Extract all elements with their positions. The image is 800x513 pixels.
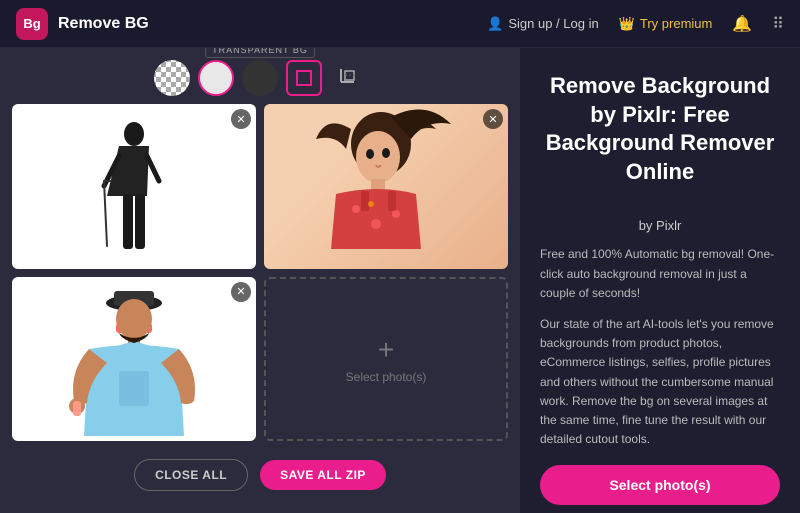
try-premium-button[interactable]: 👑 Try premium [619,16,713,32]
image-cell-2: ✕ [264,104,508,269]
transparent-bg-button[interactable] [154,60,190,96]
save-all-zip-button[interactable]: SAVE ALL ZIP [260,460,386,490]
header-left: Bg Remove BG [16,8,149,40]
crop-button[interactable] [330,60,366,96]
sign-up-button[interactable]: 👤 Sign up / Log in [487,16,599,32]
image-cell-1: ✕ [12,104,256,269]
bottom-bar: CLOSE ALL SAVE ALL ZIP [124,449,396,501]
image-cell-3: ✕ [12,277,256,442]
select-photo-cta-button[interactable]: Select photo(s) [540,465,780,505]
image-preview-3 [12,277,256,442]
image-grid: ✕ [12,104,508,441]
header: Bg Remove BG 👤 Sign up / Log in 👑 Try pr… [0,0,800,48]
by-pixlr-label: by Pixlr [540,218,780,233]
panel-title: Remove Background by Pixlr: Free Backgro… [540,72,780,186]
app-title: Remove BG [58,15,149,33]
square-crop-button[interactable] [286,60,322,96]
main: TRANSPARENT BG [0,48,800,513]
user-icon: 👤 [487,16,503,32]
select-area[interactable]: + Select photo(s) [346,334,427,384]
person-silhouette-2 [306,109,466,269]
plus-icon: + [378,334,394,366]
left-panel: TRANSPARENT BG [0,48,520,513]
crown-icon: 👑 [619,16,635,32]
close-image-3-button[interactable]: ✕ [231,282,251,302]
white-bg-button[interactable] [198,60,234,96]
person-silhouette-1 [99,116,169,256]
logo-icon: Bg [16,8,48,40]
grid-icon[interactable]: ⠿ [772,14,784,34]
select-photo-label: Select photo(s) [346,370,427,384]
bell-icon[interactable]: 🔔 [732,14,752,34]
toolbar-label: TRANSPARENT BG [205,48,315,58]
square-icon [296,70,312,86]
description-1: Free and 100% Automatic bg removal! One-… [540,245,780,303]
image-preview-2 [264,104,508,269]
person-silhouette-3 [59,281,209,441]
close-image-1-button[interactable]: ✕ [231,109,251,129]
close-image-2-button[interactable]: ✕ [483,109,503,129]
image-preview-1 [12,104,256,269]
right-panel: Remove Background by Pixlr: Free Backgro… [520,48,800,513]
close-all-button[interactable]: CLOSE ALL [134,459,248,491]
toolbar: TRANSPARENT BG [154,60,366,96]
crop-icon [338,68,358,88]
header-right: 👤 Sign up / Log in 👑 Try premium 🔔 ⠿ [487,14,784,34]
image-cell-add[interactable]: + Select photo(s) [264,277,508,442]
description-2: Our state of the art AI-tools let's you … [540,315,780,449]
black-bg-button[interactable] [242,60,278,96]
